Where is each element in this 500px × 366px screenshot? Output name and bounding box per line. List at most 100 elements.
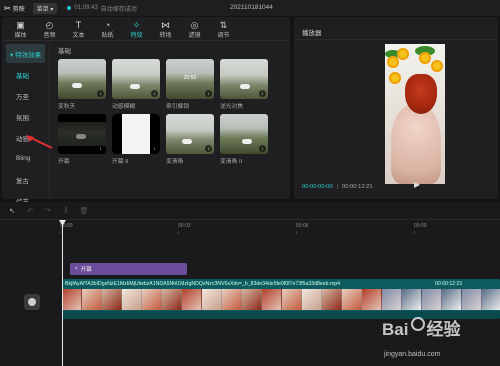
player-title: 播放器	[302, 30, 322, 37]
audio-icon: ◴	[45, 19, 54, 30]
effect-thumbnail: ↓	[220, 114, 268, 154]
sidebar-item-bling[interactable]: Bling	[6, 149, 45, 168]
redo-icon[interactable]: ↷	[42, 207, 54, 215]
effect-thumbnail: ↓	[58, 114, 106, 154]
gallery-section-title: 基础	[58, 48, 71, 55]
effect-card[interactable]: ↓ 逆光对焦	[220, 59, 268, 110]
video-clip-duration: 00:00:12:21	[435, 281, 463, 287]
media-icon: ▣	[16, 19, 25, 30]
undo-icon[interactable]: ↶	[24, 207, 36, 215]
effect-card[interactable]: ↓ 变清晰 II	[220, 114, 268, 165]
delete-icon[interactable]: 🗑	[78, 207, 90, 215]
timeline-toolbar: ↖ ↶ ↷ ⫼ 🗑	[0, 202, 500, 220]
tool-label: 媒体	[14, 32, 27, 39]
effect-thumbnail: ↓	[112, 114, 160, 154]
download-icon[interactable]: ↓	[97, 145, 104, 152]
download-icon[interactable]: ↓	[205, 90, 212, 97]
sticker-icon: ◔	[104, 19, 111, 30]
title-bar: ✂ 剪映 菜单 ▾ 01:09:43 自动保存成功 202110181044	[0, 0, 500, 16]
play-icon[interactable]: ▶	[414, 180, 424, 190]
filter-icon: ◎	[190, 19, 199, 30]
effect-card-label: 变清晰	[166, 159, 184, 165]
effect-card-label: 牵引解锁	[166, 104, 190, 110]
tool-label: 文本	[72, 32, 85, 39]
ruler-tick-label: 00:03	[178, 223, 191, 229]
effect-card[interactable]: ↓ 变秋天	[58, 59, 106, 110]
tool-audio[interactable]: ◴ 音频	[35, 17, 64, 41]
tool-sticker[interactable]: ◔ 贴纸	[93, 17, 122, 41]
effect-card[interactable]: ↓ 开幕	[58, 114, 106, 165]
sidebar-item-retro[interactable]: 复古	[6, 170, 45, 189]
download-icon[interactable]: ↓	[259, 90, 266, 97]
current-time: 00:00:00:00	[302, 184, 333, 190]
tool-label: 贴纸	[101, 32, 114, 39]
playhead[interactable]	[62, 221, 63, 366]
sidebar-header[interactable]: ▾ 特效效果	[6, 44, 45, 63]
tool-transition[interactable]: ⋈ 转场	[151, 17, 180, 41]
tool-effects[interactable]: ✧ 特效	[122, 17, 151, 41]
adjust-icon: ⇅	[219, 19, 228, 30]
total-time: 00:00:12:21	[342, 184, 373, 190]
effect-card[interactable]: 20:50 ↓ 牵引解锁	[166, 59, 214, 110]
download-icon[interactable]: ↓	[205, 145, 212, 152]
effect-thumbnail: ↓	[166, 114, 214, 154]
effect-thumbnail: ↓	[112, 59, 160, 99]
sidebar-item-atmosphere[interactable]: 氛围	[6, 107, 45, 126]
download-icon[interactable]: ↓	[259, 145, 266, 152]
effect-card-label: 开幕 II	[112, 159, 129, 165]
split-icon[interactable]: ⫼	[60, 207, 72, 215]
effect-card-label: 逆光对焦	[220, 104, 244, 110]
ruler-tick-label: 00:06	[296, 223, 309, 229]
tool-media[interactable]: ▣ 媒体	[6, 17, 35, 41]
effect-clip-icon: ✧	[74, 266, 79, 272]
menu-button[interactable]: 菜单 ▾	[32, 2, 58, 14]
effect-clip[interactable]: ✧ 开幕	[70, 263, 187, 275]
timeline-panel: ↖ ↶ ↷ ⫼ 🗑 00:00 00:03 00:06 00:09 ✧ 开幕 B…	[0, 202, 500, 366]
download-icon[interactable]: ↓	[151, 145, 158, 152]
watermark-brand-text: Bai	[382, 320, 409, 339]
tool-label: 调节	[217, 32, 230, 39]
annotation-arrow-icon	[26, 135, 53, 149]
download-icon[interactable]: ↓	[97, 90, 104, 97]
app-window: ✂ 剪映 菜单 ▾ 01:09:43 自动保存成功 202110181044 ▣…	[0, 0, 500, 366]
save-status-time: 01:09:43	[74, 5, 98, 11]
effect-card[interactable]: ↓ 动感模糊	[112, 59, 160, 110]
player-panel: 播放器 00:00:00:00 | 00:00:12:21 ▶	[294, 17, 498, 199]
tool-label: 滤镜	[188, 32, 201, 39]
effect-card-label: 动感模糊	[112, 104, 136, 110]
effect-thumbnail: ↓	[58, 59, 106, 99]
tool-label: 特效	[130, 32, 143, 39]
app-name: 剪映	[12, 6, 25, 13]
save-status-text: 自动保存成功	[100, 6, 137, 13]
select-cursor-icon[interactable]: ↖	[6, 207, 18, 215]
watermark-url: jingyan.baidu.com	[384, 351, 441, 358]
timeline-ruler[interactable]: 00:00 00:03 00:06 00:09	[60, 221, 500, 235]
resource-toolbar: ▣ 媒体 ◴ 音频 T 文本 ◔ 贴纸 ✧ 特效 ⋈ 转场 ◎ 滤镜 ⇅ 调节	[2, 17, 290, 41]
download-icon[interactable]: ↓	[151, 90, 158, 97]
track-mute-icon[interactable]	[24, 294, 40, 310]
tool-adjust[interactable]: ⇅ 调节	[209, 17, 238, 41]
video-clip[interactable]: BkjfAyAfTA3bIDgxNzE1MzIiMjUtwbzA1NDA5Nhl…	[62, 279, 500, 319]
project-title: 202110181044	[230, 4, 273, 11]
effect-card-label: 变清晰 II	[220, 159, 243, 165]
sidebar-item-basic[interactable]: 基础	[6, 65, 45, 84]
effect-card-label: 变秋天	[58, 104, 76, 110]
effect-clip-label: 开幕	[80, 267, 92, 273]
transition-icon: ⋈	[161, 19, 170, 30]
tool-text[interactable]: T 文本	[64, 17, 93, 41]
tool-label: 音频	[43, 32, 56, 39]
effects-icon: ✧	[132, 19, 141, 30]
effect-card[interactable]: ↓ 变清晰	[166, 114, 214, 165]
effect-thumbnail: 20:50 ↓	[166, 59, 214, 99]
video-preview[interactable]	[385, 44, 445, 184]
video-clip-frames	[62, 289, 500, 310]
save-status-dot	[67, 6, 72, 10]
ruler-tick-label: 00:09	[414, 223, 427, 229]
tool-filter[interactable]: ◎ 滤镜	[180, 17, 209, 41]
baidu-paw-icon	[411, 317, 425, 331]
menu-button-label: 菜单	[36, 6, 49, 13]
effect-card[interactable]: ↓ 开幕 II	[112, 114, 160, 165]
resource-panel: ▣ 媒体 ◴ 音频 T 文本 ◔ 贴纸 ✧ 特效 ⋈ 转场 ◎ 滤镜 ⇅ 调节 ▾ 特效效果 基…	[2, 17, 290, 206]
effect-thumbnail: ↓	[220, 59, 268, 99]
sidebar-item-halloween[interactable]: 万圣	[6, 86, 45, 105]
